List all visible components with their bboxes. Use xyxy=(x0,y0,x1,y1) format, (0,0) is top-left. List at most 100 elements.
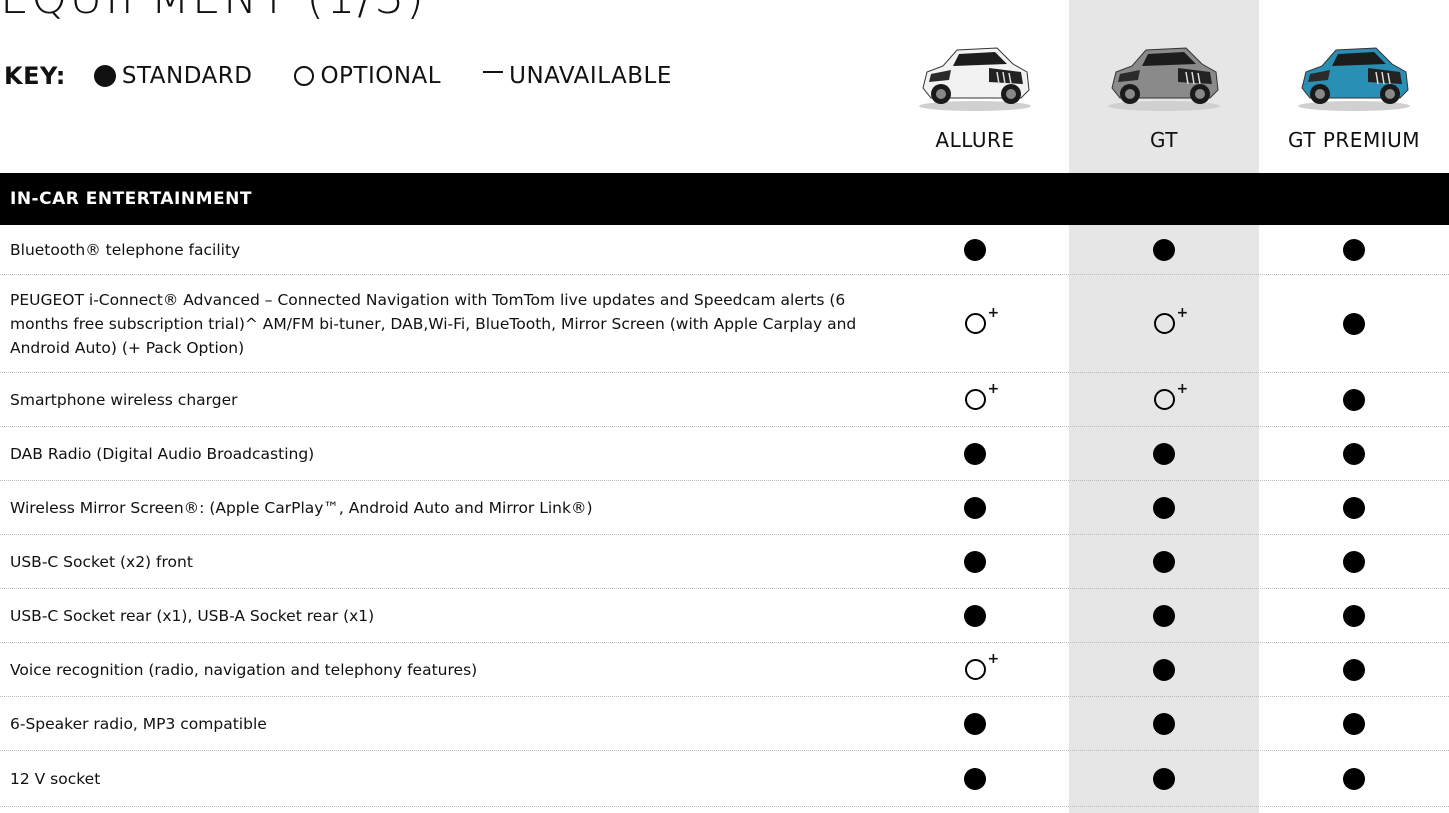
feature-label: 12 V socket xyxy=(10,769,101,788)
availability-cell: + xyxy=(1069,275,1259,372)
standard-dot-icon xyxy=(1343,442,1365,465)
availability-cell xyxy=(1259,275,1449,372)
section-title: IN-CAR ENTERTAINMENT xyxy=(10,189,252,209)
standard-dot-icon xyxy=(1343,604,1365,627)
availability-cell xyxy=(1259,643,1449,696)
table-row: Voice recognition (radio, navigation and… xyxy=(0,643,1449,697)
availability-cell xyxy=(1259,481,1449,534)
availability-cell xyxy=(880,697,1070,750)
table-row: USB-C Socket (x2) front xyxy=(0,535,1449,589)
standard-dot-icon xyxy=(1153,550,1175,573)
standard-dot-icon xyxy=(964,712,986,735)
key-standard-label: STANDARD xyxy=(121,63,253,89)
availability-cell xyxy=(1259,751,1449,806)
feature-label: USB-C Socket (x2) front xyxy=(10,552,193,571)
availability-cell xyxy=(880,481,1070,534)
key-standard: STANDARD xyxy=(93,63,253,89)
availability-cell: + xyxy=(880,275,1070,372)
availability-cell xyxy=(1259,535,1449,588)
table-row: PEUGEOT i-Connect® Advanced – Connected … xyxy=(0,275,1449,373)
feature-label: Wireless Mirror Screen®: (Apple CarPlay™… xyxy=(10,498,593,517)
dash-icon xyxy=(483,71,504,73)
standard-dot-icon xyxy=(964,767,986,790)
page-title: EQUIPMENT (1/3) xyxy=(0,0,426,24)
standard-dot-icon xyxy=(1153,767,1175,790)
availability-cell xyxy=(880,751,1070,806)
standard-dot-icon xyxy=(1153,496,1175,519)
standard-dot-icon xyxy=(1343,312,1365,335)
feature-label: DAB Radio (Digital Audio Broadcasting) xyxy=(10,444,315,463)
availability-cell xyxy=(880,427,1070,480)
availability-cell xyxy=(1069,697,1259,750)
feature-label: PEUGEOT i-Connect® Advanced – Connected … xyxy=(10,290,857,357)
car-image-allure xyxy=(913,28,1037,114)
car-image-gt xyxy=(1102,28,1226,114)
optional-circle-icon: + xyxy=(964,382,999,410)
standard-dot-icon xyxy=(964,604,986,627)
key-unavailable: UNAVAILABLE xyxy=(483,63,672,89)
standard-dot-icon xyxy=(1153,712,1175,735)
standard-dot-icon xyxy=(1153,238,1175,261)
table-row: USB-C Socket rear (x1), USB-A Socket rea… xyxy=(0,589,1449,643)
availability-cell xyxy=(880,225,1070,274)
equipment-table: Bluetooth® telephone facility PEUGEOT i-C… xyxy=(0,225,1449,807)
availability-cell xyxy=(1259,373,1449,426)
open-circle-icon xyxy=(294,66,315,86)
table-row: Smartphone wireless charger + + xyxy=(0,373,1449,427)
standard-dot-icon xyxy=(964,238,986,261)
availability-cell xyxy=(1069,225,1259,274)
feature-label: Voice recognition (radio, navigation and… xyxy=(10,660,478,679)
availability-cell xyxy=(1069,535,1259,588)
pack-option-symbol: + xyxy=(987,651,1000,667)
pack-option-symbol: + xyxy=(987,381,1000,397)
availability-cell xyxy=(1069,481,1259,534)
section-header: IN-CAR ENTERTAINMENT xyxy=(0,173,1449,225)
availability-cell xyxy=(1069,589,1259,642)
feature-label: USB-C Socket rear (x1), USB-A Socket rea… xyxy=(10,606,375,625)
standard-dot-icon xyxy=(1153,442,1175,465)
availability-cell xyxy=(1259,427,1449,480)
key-unavailable-label: UNAVAILABLE xyxy=(509,63,672,89)
standard-dot-icon xyxy=(964,550,986,573)
availability-cell xyxy=(1069,751,1259,806)
feature-label: Bluetooth® telephone facility xyxy=(10,240,241,259)
availability-cell xyxy=(1259,697,1449,750)
key-optional: OPTIONAL xyxy=(294,63,441,89)
standard-dot-icon xyxy=(964,496,986,519)
pack-option-symbol: + xyxy=(987,305,1000,321)
standard-dot-icon xyxy=(1343,238,1365,261)
standard-dot-icon xyxy=(1343,496,1365,519)
standard-dot-icon xyxy=(964,442,986,465)
availability-cell: + xyxy=(880,373,1070,426)
pack-option-symbol: + xyxy=(1176,381,1189,397)
standard-dot-icon xyxy=(1343,550,1365,573)
standard-dot-icon xyxy=(1153,604,1175,627)
table-row: DAB Radio (Digital Audio Broadcasting) xyxy=(0,427,1449,481)
availability-cell xyxy=(880,535,1070,588)
availability-cell xyxy=(1259,589,1449,642)
key-legend: KEY: STANDARD OPTIONAL UNAVAILABLE xyxy=(4,60,714,92)
table-row: 6-Speaker radio, MP3 compatible xyxy=(0,697,1449,751)
optional-circle-icon: + xyxy=(1153,306,1188,334)
car-image-gt-premium xyxy=(1292,28,1416,114)
filled-circle-icon xyxy=(93,65,116,87)
availability-cell xyxy=(1069,427,1259,480)
standard-dot-icon xyxy=(1343,658,1365,681)
key-label: KEY: xyxy=(4,62,66,90)
availability-cell xyxy=(1069,643,1259,696)
optional-circle-icon: + xyxy=(1153,382,1188,410)
table-row: 12 V socket xyxy=(0,751,1449,807)
availability-cell: + xyxy=(880,643,1070,696)
trim-label-gt: GT xyxy=(1149,128,1178,152)
feature-label: 6-Speaker radio, MP3 compatible xyxy=(10,714,267,733)
availability-cell: + xyxy=(1069,373,1259,426)
standard-dot-icon xyxy=(1343,712,1365,735)
table-row: Wireless Mirror Screen®: (Apple CarPlay™… xyxy=(0,481,1449,535)
availability-cell xyxy=(880,589,1070,642)
feature-label: Smartphone wireless charger xyxy=(10,390,238,409)
optional-circle-icon: + xyxy=(964,652,999,680)
trim-label-allure: ALLURE xyxy=(935,128,1015,152)
trim-label-gt-premium: GT PREMIUM xyxy=(1287,128,1420,152)
availability-cell xyxy=(1259,225,1449,274)
key-optional-label: OPTIONAL xyxy=(320,63,442,89)
